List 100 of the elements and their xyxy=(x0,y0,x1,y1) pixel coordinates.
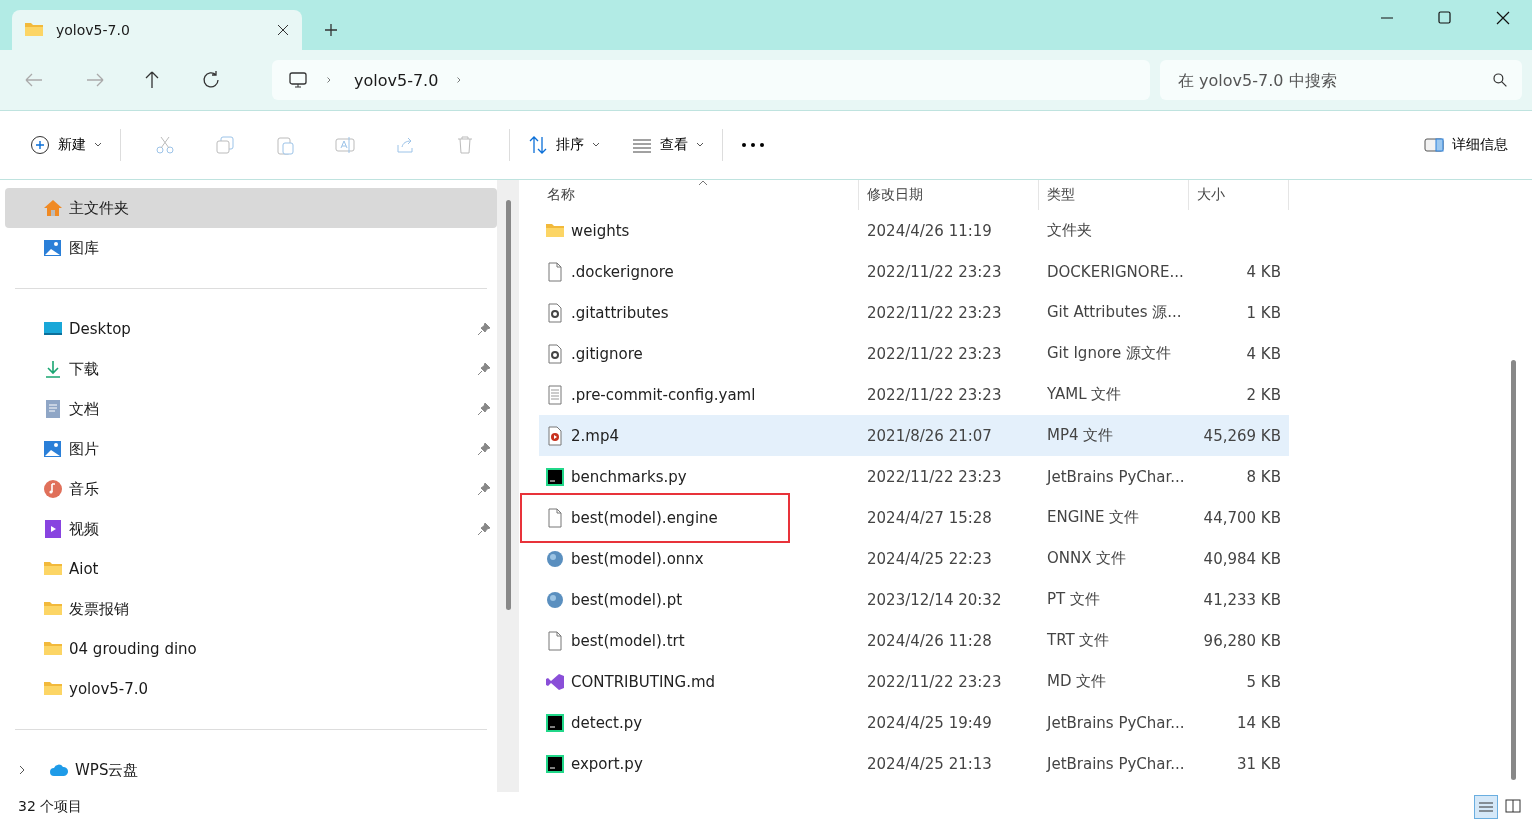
python-file-icon xyxy=(545,712,565,733)
list-view-icon[interactable] xyxy=(1474,795,1498,819)
modified-date: 2024/4/26 11:28 xyxy=(866,630,993,652)
file-icon xyxy=(545,261,565,282)
file-name[interactable]: best(model).trt xyxy=(539,620,859,661)
file-size: 8 KB xyxy=(1245,466,1282,488)
caret-icon[interactable] xyxy=(696,141,704,149)
python-file-icon xyxy=(545,753,565,774)
new-button[interactable]: 新建 xyxy=(26,129,106,161)
modified-date: 2022/11/22 23:23 xyxy=(866,466,1003,488)
sort-button[interactable]: 排序 xyxy=(524,129,604,161)
caret-icon[interactable] xyxy=(592,141,600,149)
modified-date: 2024/4/25 21:13 xyxy=(866,753,993,775)
file-type: PT 文件 xyxy=(1046,589,1101,610)
sidebar-item[interactable]: 图片 xyxy=(5,429,497,469)
file-name[interactable]: weights xyxy=(539,210,859,251)
gear-file-icon xyxy=(545,343,565,364)
file-type: MP4 文件 xyxy=(1039,415,1189,456)
file-type: JetBrains PyChar... xyxy=(1045,712,1186,734)
video-file-icon xyxy=(545,425,565,446)
chevron-icon[interactable] xyxy=(17,765,27,775)
sidebar-item[interactable]: yolov5-7.0 xyxy=(5,669,497,709)
sidebar-item[interactable]: 发票报销 xyxy=(5,589,497,629)
music-icon xyxy=(43,479,63,499)
text-file-icon xyxy=(545,384,565,405)
modified-date: 2022/11/22 23:23 xyxy=(866,671,1003,693)
file-size: 5 KB xyxy=(1245,671,1282,693)
view-button[interactable]: 查看 xyxy=(628,129,708,161)
new-tab-icon[interactable] xyxy=(324,23,338,37)
file-name[interactable]: export.py xyxy=(539,743,859,784)
modified-date: 2022/11/22 23:23 xyxy=(866,384,1003,406)
plus-circle-icon[interactable] xyxy=(30,135,50,155)
sort-arrows-icon[interactable] xyxy=(528,135,548,155)
cut-icon[interactable] xyxy=(155,135,175,155)
tab[interactable]: yolov5-7.0 xyxy=(12,10,302,50)
pin-icon[interactable] xyxy=(477,442,491,456)
modified-date: 2024/4/27 15:28 xyxy=(866,507,993,529)
search-icon[interactable] xyxy=(1492,72,1508,88)
pin-icon[interactable] xyxy=(477,482,491,496)
modified-date: 2024/4/25 19:49 xyxy=(866,712,993,734)
column-header[interactable]: 修改日期 xyxy=(859,180,1039,210)
sidebar-item[interactable]: 视频 xyxy=(5,509,497,549)
monitor-icon[interactable] xyxy=(288,70,308,90)
column-header[interactable]: 名称 xyxy=(539,180,859,210)
file-icon xyxy=(545,630,565,651)
file-name[interactable]: .gitignore xyxy=(539,333,859,374)
more-icon[interactable] xyxy=(741,141,765,149)
file-name[interactable]: CONTRIBUTING.md xyxy=(539,661,859,702)
sidebar-item[interactable]: 主文件夹 xyxy=(5,188,497,228)
python-file-icon xyxy=(545,466,565,487)
sidebar-item[interactable]: 下载 xyxy=(5,349,497,389)
home-icon xyxy=(43,198,63,218)
file-size: 2 KB xyxy=(1245,384,1282,406)
file-type: ONNX 文件 xyxy=(1046,548,1128,569)
download-icon xyxy=(43,359,63,379)
pin-icon[interactable] xyxy=(477,322,491,336)
gear-file-icon xyxy=(545,302,565,323)
caret-icon[interactable] xyxy=(94,141,102,149)
pin-icon[interactable] xyxy=(477,522,491,536)
file-name[interactable]: benchmarks.py xyxy=(539,456,859,497)
file-name[interactable]: best(model).pt xyxy=(539,579,859,620)
close-tab-icon[interactable] xyxy=(276,23,290,37)
file-name[interactable]: .dockerignore xyxy=(539,251,859,292)
breadcrumb-item[interactable]: yolov5-7.0 xyxy=(354,70,439,90)
sidebar-item[interactable]: 04 grouding dino xyxy=(5,629,497,669)
details-button[interactable]: 详细信息 xyxy=(1420,129,1512,161)
file-name[interactable]: detect.py xyxy=(539,702,859,743)
file-type: JetBrains PyChar... xyxy=(1045,466,1186,488)
search-field[interactable]: 在 yolov5-7.0 中搜索 xyxy=(1160,60,1522,100)
sort-caret-icon xyxy=(698,180,708,186)
file-name[interactable]: best(model).onnx xyxy=(539,538,859,579)
sidebar-item[interactable]: 音乐 xyxy=(5,469,497,509)
column-header[interactable]: 大小 xyxy=(1189,180,1289,210)
file-type: Git Ignore 源文件 xyxy=(1046,343,1172,364)
modified-date: 2024/4/25 22:23 xyxy=(866,548,993,570)
video-icon xyxy=(43,519,63,539)
pin-icon[interactable] xyxy=(477,402,491,416)
file-size: 4 KB xyxy=(1245,343,1282,365)
ribbon-icon xyxy=(545,671,565,692)
sidebar-item[interactable]: Desktop xyxy=(5,309,497,349)
column-header[interactable]: 类型 xyxy=(1039,180,1189,210)
file-type: YAML 文件 xyxy=(1046,384,1123,405)
file-type: DOCKERIGNORE... xyxy=(1046,261,1185,283)
file-name[interactable]: best(model).engine xyxy=(539,497,859,538)
file-size: 45,269 KB xyxy=(1189,415,1289,456)
file-name[interactable]: .pre-commit-config.yaml xyxy=(539,374,859,415)
file-name[interactable]: 2.mp4 xyxy=(539,415,859,456)
file-size: 14 KB xyxy=(1236,712,1282,734)
file-size: 31 KB xyxy=(1236,753,1282,775)
file-size: 4 KB xyxy=(1245,261,1282,283)
sidebar-item[interactable]: 文档 xyxy=(5,389,497,429)
pin-icon[interactable] xyxy=(477,362,491,376)
file-icon xyxy=(545,507,565,528)
modified-date: 2022/11/22 23:23 xyxy=(866,302,1003,324)
panel-icon[interactable] xyxy=(1424,135,1444,155)
sidebar-item[interactable]: WPS云盘 xyxy=(5,750,497,790)
sidebar-item[interactable]: Aiot xyxy=(5,549,497,589)
sidebar-item[interactable]: 图库 xyxy=(5,228,497,268)
modified-date: 2023/12/14 20:32 xyxy=(866,589,1003,611)
file-name[interactable]: .gitattributes xyxy=(539,292,859,333)
